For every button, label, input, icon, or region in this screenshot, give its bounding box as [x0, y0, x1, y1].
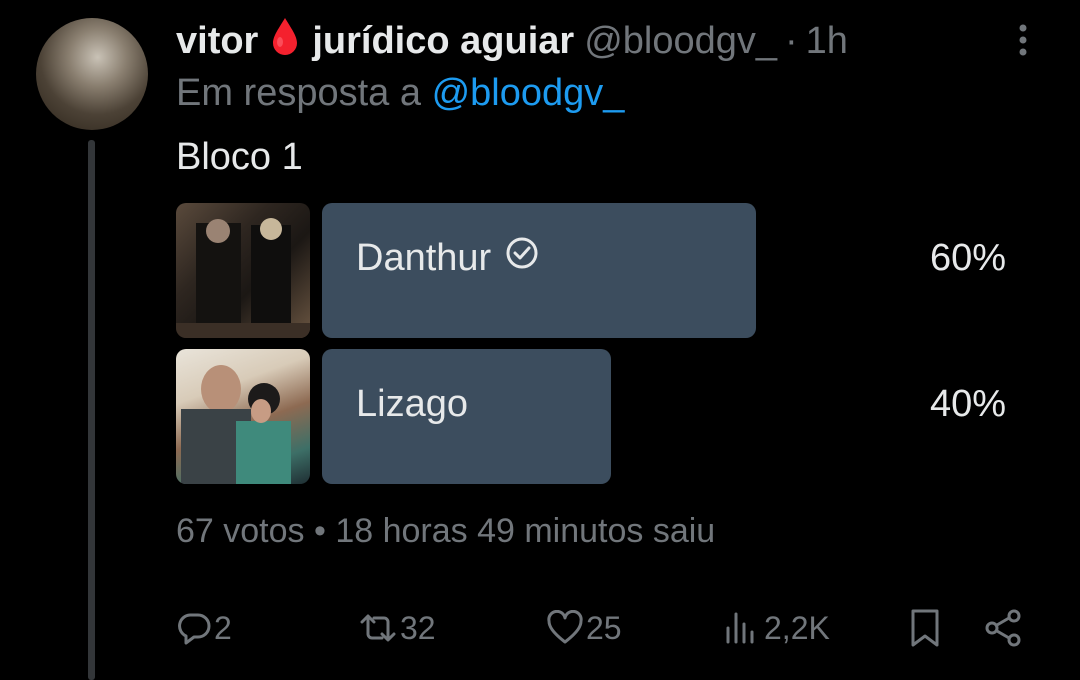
- share-icon: [984, 608, 1024, 648]
- poll-option-percent: 40%: [929, 383, 1006, 425]
- views-count: 2,2K: [764, 609, 830, 646]
- more-vertical-icon[interactable]: [1008, 20, 1038, 60]
- poll-option-label-wrap: Danthur: [356, 203, 539, 313]
- poll-option-label: Danthur: [356, 237, 492, 279]
- reply-prefix: Em resposta a: [176, 72, 421, 114]
- repost-icon: [358, 610, 398, 646]
- repost-button[interactable]: 32: [358, 600, 436, 656]
- share-button[interactable]: [984, 600, 1024, 656]
- poll-option[interactable]: Danthur 60%: [176, 203, 1016, 338]
- reply-button[interactable]: 2: [176, 600, 232, 656]
- reply-icon: [176, 610, 212, 646]
- poll-option-image: [176, 203, 310, 338]
- poll-meta: 67 votos • 18 horas 49 minutos saiu: [176, 512, 716, 550]
- action-bar: 2 32 25 2,2K: [176, 600, 1036, 656]
- display-name[interactable]: vitor jurídico aguiar: [176, 16, 574, 66]
- poll-option-image: [176, 349, 310, 484]
- separator-dot: ·: [785, 19, 798, 62]
- poll-option-percent: 60%: [929, 237, 1006, 279]
- blood-drop-icon: [270, 16, 300, 66]
- poll-option[interactable]: Lizago 40%: [176, 349, 1016, 484]
- like-count: 25: [586, 609, 622, 646]
- views-icon: [724, 610, 762, 646]
- display-name-second: jurídico aguiar: [312, 19, 575, 62]
- avatar[interactable]: [36, 18, 148, 130]
- heart-icon: [546, 610, 584, 646]
- bookmark-icon: [908, 608, 942, 648]
- tweet-text: Bloco 1: [176, 136, 303, 178]
- timestamp[interactable]: 1h: [806, 20, 848, 63]
- reply-count: 2: [214, 609, 232, 646]
- reply-context: Em resposta a @bloodgv_: [176, 72, 624, 115]
- bookmark-button[interactable]: [908, 600, 942, 656]
- poll-option-label-wrap: Lizago: [356, 349, 468, 459]
- tweet-header: vitor jurídico aguiar @bloodgv_ · 1h: [176, 16, 848, 66]
- display-name-first: vitor: [176, 19, 259, 62]
- check-circle-icon: [505, 203, 539, 313]
- user-handle[interactable]: @bloodgv_: [584, 20, 777, 63]
- thread-line: [88, 140, 95, 680]
- reply-mention[interactable]: @bloodgv_: [432, 72, 625, 114]
- repost-count: 32: [400, 609, 436, 646]
- like-button[interactable]: 25: [546, 600, 622, 656]
- poll-option-label: Lizago: [356, 383, 468, 425]
- views-button[interactable]: 2,2K: [724, 600, 830, 656]
